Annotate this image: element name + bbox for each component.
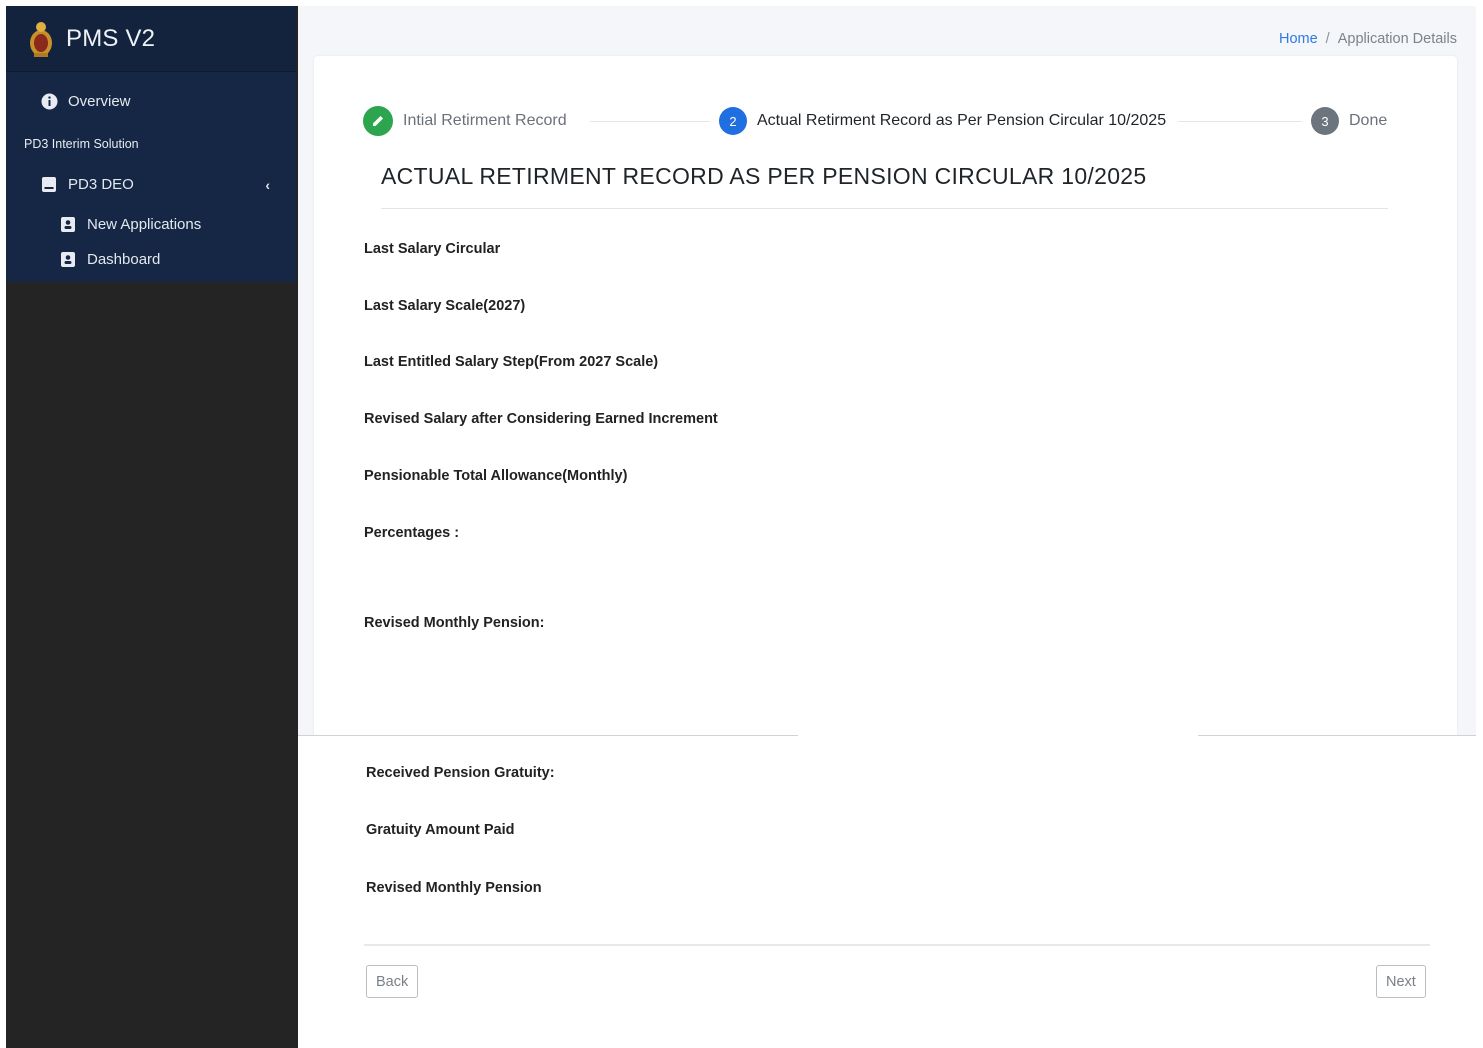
sidebar-item-label: Dashboard	[87, 250, 161, 268]
book-icon	[40, 175, 58, 193]
section-title: ACTUAL RETIRMENT RECORD AS PER PENSION C…	[381, 163, 1147, 189]
field-last-salary-circular: Last Salary Circular	[364, 241, 501, 257]
next-button[interactable]: Next	[1376, 965, 1426, 998]
emblem-logo	[30, 21, 52, 57]
step-actual-retirement-record[interactable]: 2 Actual Retirment Record as Per Pension…	[719, 107, 1166, 135]
back-button[interactable]: Back	[366, 965, 419, 998]
sidebar-section-label: PD3 Interim Solution	[24, 137, 139, 151]
footer-divider	[364, 944, 1430, 946]
step-label: Intial Retirment Record	[403, 112, 567, 129]
app-title: PMS V2	[66, 24, 156, 52]
sidebar-item-pd3-deo[interactable]: PD3 DEO	[40, 175, 134, 193]
step-initial-retirement-record[interactable]: Intial Retirment Record	[363, 106, 567, 136]
step-label: Actual Retirment Record as Per Pension C…	[757, 112, 1167, 129]
field-received-pension-gratuity: Received Pension Gratuity:	[366, 765, 555, 781]
sidebar-item-label: New Applications	[87, 215, 202, 233]
field-last-salary-scale: Last Salary Scale(2027)	[364, 298, 526, 314]
app-root: PMS V2 Overview PD3 Interim Solution PD3…	[0, 0, 1483, 1048]
check-icon	[363, 106, 393, 136]
sidebar-item-label: Overview	[68, 92, 131, 110]
step-number: 2	[719, 107, 747, 135]
info-icon	[40, 92, 58, 110]
field-pensionable-total-allowance: Pensionable Total Allowance(Monthly)	[364, 468, 628, 484]
breadcrumb-home-link[interactable]: Home	[1279, 31, 1318, 47]
step-number: 3	[1311, 107, 1339, 135]
field-last-entitled-salary-step: Last Entitled Salary Step(From 2027 Scal…	[364, 354, 659, 370]
sidebar-item-overview[interactable]: Overview	[40, 92, 131, 110]
section-divider	[298, 735, 798, 736]
sidebar-item-label: PD3 DEO	[68, 175, 134, 193]
brand[interactable]: PMS V2	[6, 6, 296, 72]
address-book-icon	[59, 250, 77, 268]
field-revised-monthly-pension-final: Revised Monthly Pension	[366, 880, 542, 896]
breadcrumb-separator: /	[1325, 31, 1330, 47]
sidebar: PMS V2 Overview PD3 Interim Solution PD3…	[6, 6, 296, 282]
field-gratuity-amount-paid: Gratuity Amount Paid	[366, 822, 515, 838]
field-revised-salary: Revised Salary after Considering Earned …	[364, 411, 718, 427]
breadcrumb-current: Application Details	[1337, 31, 1457, 47]
step-label: Done	[1349, 112, 1388, 129]
section-divider	[1198, 735, 1476, 736]
sidebar-item-new-applications[interactable]: New Applications	[59, 215, 201, 233]
stepper-connector	[1178, 121, 1302, 122]
field-revised-monthly-pension: Revised Monthly Pension:	[364, 615, 545, 631]
field-percentages: Percentages :	[364, 525, 460, 541]
stepper-connector	[590, 121, 710, 122]
chevron-left-icon[interactable]: ‹	[265, 177, 270, 193]
breadcrumb: Home / Application Details	[1279, 31, 1457, 47]
address-book-icon	[59, 215, 77, 233]
sidebar-item-dashboard[interactable]: Dashboard	[59, 250, 160, 268]
title-divider	[381, 208, 1388, 209]
step-done[interactable]: 3 Done	[1311, 107, 1387, 135]
